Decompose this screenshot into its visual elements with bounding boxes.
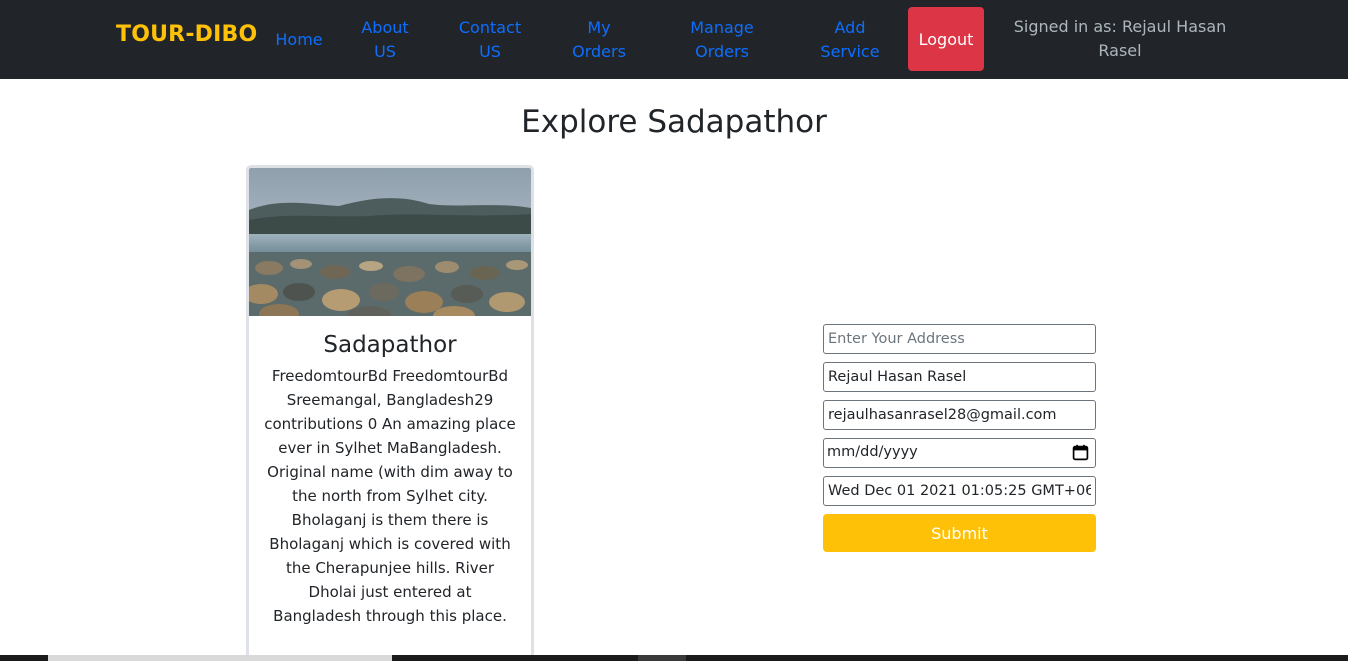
signed-in-user: Signed in as: Rejaul Hasan Rasel bbox=[1012, 15, 1228, 63]
submit-button[interactable]: Submit bbox=[823, 514, 1096, 552]
signed-in-line: Signed in as: Rejaul Hasan bbox=[1013, 17, 1227, 36]
taskbar-segment bbox=[48, 655, 392, 661]
taskbar-segment bbox=[638, 655, 686, 661]
page-title: Explore Sadapathor bbox=[521, 104, 827, 140]
signed-in-line: Rasel bbox=[1098, 41, 1142, 60]
nav-link-label: Home bbox=[275, 30, 323, 49]
navbar: TOUR-DIBO Home About US Contact US My Or… bbox=[0, 0, 1348, 79]
nav-link-my-orders[interactable]: My Orders bbox=[566, 16, 632, 64]
date-placeholder: mm/dd/yyyy bbox=[827, 444, 918, 460]
nav-link-label: Add bbox=[834, 18, 866, 37]
address-input[interactable] bbox=[823, 324, 1096, 354]
nav-link-label: Service bbox=[820, 42, 880, 61]
nav-link-label: Contact bbox=[458, 18, 522, 37]
nav-link-contact-us[interactable]: Contact US bbox=[455, 16, 525, 64]
service-description: FreedomtourBd FreedomtourBd Sreemangal, … bbox=[264, 367, 516, 625]
service-image bbox=[249, 168, 531, 316]
logout-button[interactable]: Logout bbox=[908, 7, 984, 71]
nav-link-label: Orders bbox=[695, 42, 749, 61]
service-title: Sadapathor bbox=[323, 332, 457, 358]
nav-link-label: Orders bbox=[572, 42, 626, 61]
nav-link-label: US bbox=[374, 42, 396, 61]
nav-link-label: About bbox=[361, 18, 409, 37]
taskbar bbox=[0, 655, 1348, 661]
booking-form: mm/dd/yyyy Submit bbox=[823, 324, 1096, 552]
nav-link-label: My bbox=[587, 18, 611, 37]
datetime-input[interactable] bbox=[823, 476, 1096, 506]
nav-link-add-service[interactable]: Add Service bbox=[815, 16, 885, 64]
nav-link-home[interactable]: Home bbox=[272, 28, 326, 52]
nav-link-label: US bbox=[479, 42, 501, 61]
calendar-icon[interactable] bbox=[1072, 444, 1089, 461]
date-input[interactable]: mm/dd/yyyy bbox=[823, 438, 1096, 468]
service-card: Sadapathor FreedomtourBd FreedomtourBd S… bbox=[246, 165, 534, 661]
nav-link-manage-orders[interactable]: Manage Orders bbox=[682, 16, 762, 64]
name-input[interactable] bbox=[823, 362, 1096, 392]
nav-link-about-us[interactable]: About US bbox=[355, 16, 415, 64]
email-input[interactable] bbox=[823, 400, 1096, 430]
nav-link-label: Manage bbox=[690, 18, 754, 37]
brand-logo[interactable]: TOUR-DIBO bbox=[116, 22, 257, 47]
